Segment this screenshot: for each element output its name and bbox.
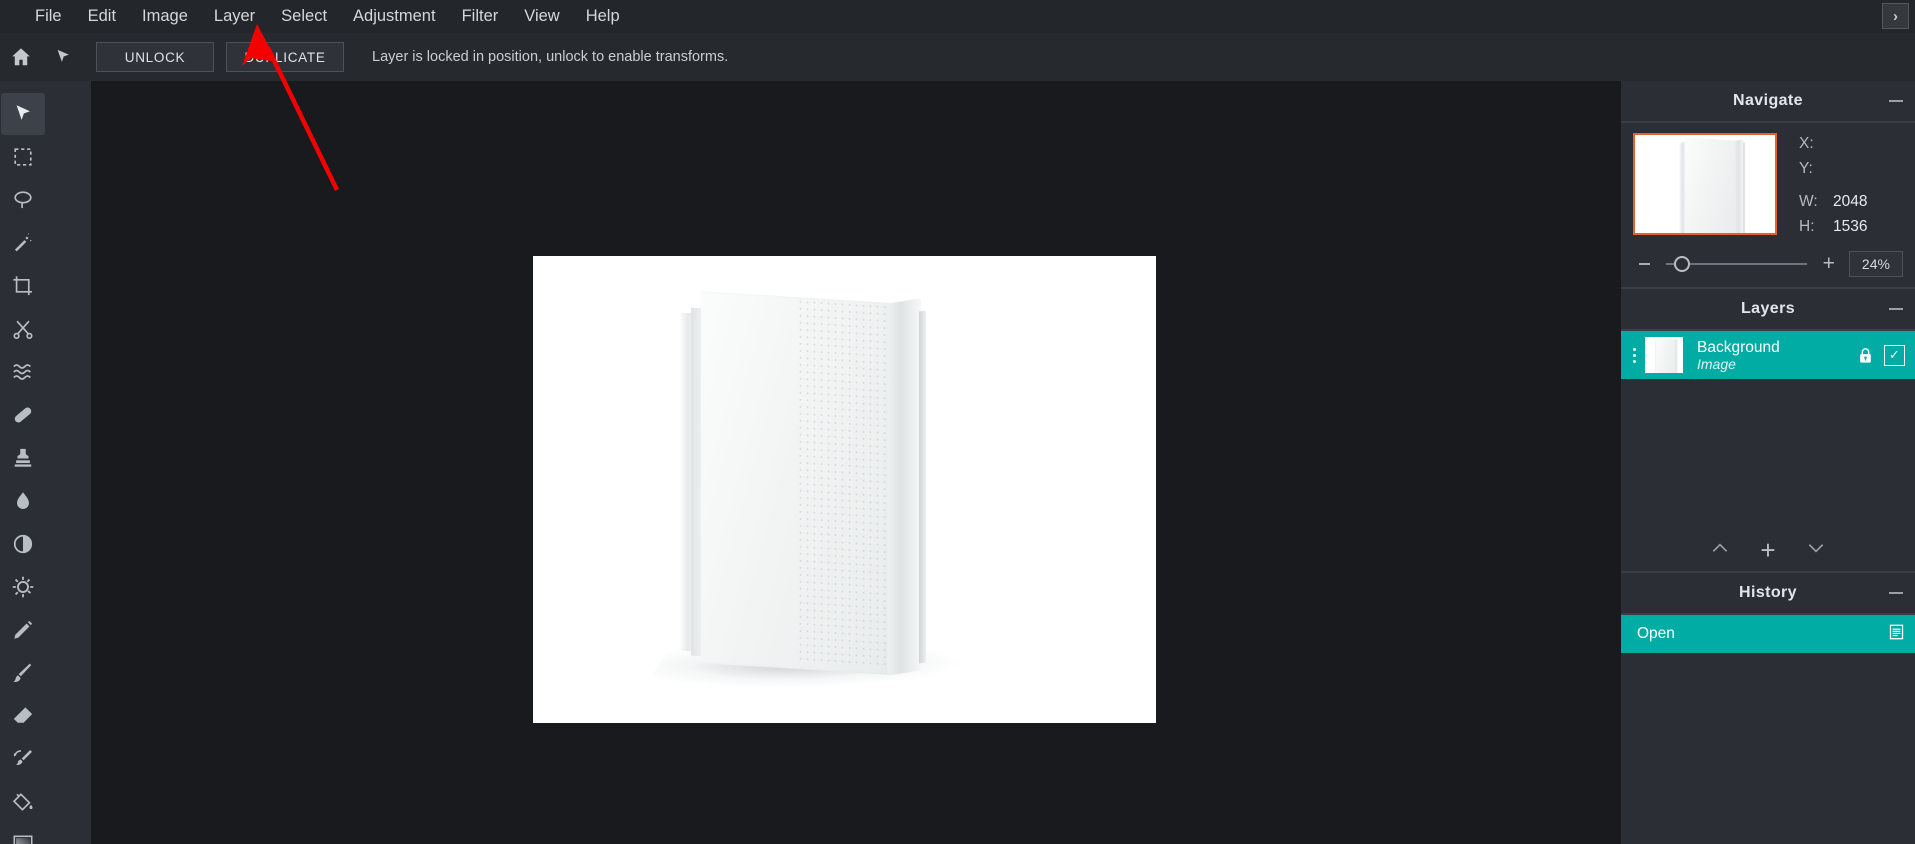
canvas-workspace[interactable] bbox=[91, 81, 1621, 844]
chevron-right-icon[interactable]: › bbox=[1882, 3, 1909, 29]
crop-tool[interactable] bbox=[1, 265, 45, 307]
lock-icon[interactable] bbox=[1857, 346, 1874, 365]
navigate-coordinates: X: Y: W: 2048 H: 1536 bbox=[1799, 133, 1867, 243]
checkbox-checked-icon[interactable]: ✓ bbox=[1884, 344, 1905, 366]
navigate-panel: Navigate X: Y: W: 2048 H: 1536 + 24% bbox=[1621, 81, 1915, 287]
layer-thumbnail-artwork bbox=[1655, 338, 1683, 373]
menu-help[interactable]: Help bbox=[573, 0, 633, 33]
layer-type: Image bbox=[1697, 355, 1736, 372]
layers-title: Layers bbox=[1741, 300, 1795, 317]
navigate-panel-header: Navigate bbox=[1621, 81, 1915, 121]
plus-icon[interactable]: + bbox=[1760, 537, 1775, 563]
menu-image[interactable]: Image bbox=[129, 0, 201, 33]
w-label: W: bbox=[1799, 193, 1818, 210]
zoom-out-button[interactable] bbox=[1639, 263, 1650, 265]
document-open-icon bbox=[1888, 623, 1905, 646]
lasso-select-tool[interactable] bbox=[1, 179, 45, 221]
chevron-up-icon[interactable] bbox=[1710, 538, 1730, 563]
lock-status-message: Layer is locked in position, unlock to e… bbox=[372, 49, 729, 65]
paint-bucket-tool[interactable] bbox=[1, 781, 45, 823]
x-label: X: bbox=[1799, 135, 1814, 152]
options-bar: UNLOCK DUPLICATE Layer is locked in posi… bbox=[0, 33, 1915, 81]
layers-footer-toolbar: + bbox=[1621, 529, 1915, 571]
menu-select[interactable]: Select bbox=[268, 0, 340, 33]
unlock-button[interactable]: UNLOCK bbox=[96, 42, 214, 72]
history-title: History bbox=[1739, 584, 1797, 601]
y-label: Y: bbox=[1799, 159, 1813, 177]
replace-color-tool[interactable] bbox=[1, 738, 45, 780]
navigate-body: X: Y: W: 2048 H: 1536 bbox=[1621, 123, 1915, 243]
gradient-tool[interactable] bbox=[1, 824, 45, 844]
layers-panel-header: Layers bbox=[1621, 289, 1915, 329]
zoom-slider[interactable] bbox=[1665, 256, 1807, 272]
arrange-tool[interactable] bbox=[1, 93, 45, 135]
duplicate-button[interactable]: DUPLICATE bbox=[226, 42, 344, 72]
list-item[interactable]: Open bbox=[1621, 615, 1915, 653]
thumbnail-artwork bbox=[1669, 137, 1775, 233]
dodge-burn-tool[interactable] bbox=[1, 523, 45, 565]
history-entry-label: Open bbox=[1637, 625, 1675, 642]
menu-layer[interactable]: Layer bbox=[201, 0, 268, 33]
layer-info: Background Image bbox=[1697, 339, 1857, 372]
drag-grip-icon[interactable] bbox=[1627, 347, 1641, 363]
heal-bandage-tool[interactable] bbox=[1, 394, 45, 436]
left-toolbar bbox=[0, 81, 91, 844]
menu-edit[interactable]: Edit bbox=[75, 0, 129, 33]
pixlr-editor-window: File Edit Image Layer Select Adjustment … bbox=[0, 0, 1915, 844]
minimize-icon[interactable] bbox=[1889, 592, 1903, 594]
pen-tool[interactable] bbox=[1, 609, 45, 651]
menu-file[interactable]: File bbox=[22, 0, 75, 33]
chevron-down-icon[interactable] bbox=[1806, 538, 1826, 563]
image-canvas[interactable] bbox=[533, 256, 1156, 723]
blur-drop-tool[interactable] bbox=[1, 480, 45, 522]
clone-stamp-tool[interactable] bbox=[1, 437, 45, 479]
h-value: 1536 bbox=[1833, 217, 1868, 235]
menu-bar: File Edit Image Layer Select Adjustment … bbox=[0, 0, 1915, 33]
paint-brush-tool[interactable] bbox=[1, 652, 45, 694]
menu-filter[interactable]: Filter bbox=[449, 0, 512, 33]
home-icon[interactable] bbox=[0, 33, 42, 81]
arrow-cursor-icon[interactable] bbox=[42, 33, 84, 81]
history-panel-header: History bbox=[1621, 573, 1915, 613]
zoom-slider-handle[interactable] bbox=[1673, 256, 1690, 272]
cutout-scissors-tool[interactable] bbox=[1, 308, 45, 350]
h-label: H: bbox=[1799, 217, 1815, 235]
table-row[interactable]: Background Image ✓ bbox=[1621, 331, 1915, 379]
zoom-in-button[interactable]: + bbox=[1823, 253, 1835, 274]
layer-thumbnail[interactable] bbox=[1645, 337, 1683, 373]
minimize-icon[interactable] bbox=[1889, 100, 1903, 102]
layers-panel: Layers Background Image ✓ + bbox=[1621, 289, 1915, 571]
minimize-icon[interactable] bbox=[1889, 308, 1903, 310]
book-mockup-artwork bbox=[644, 291, 1039, 687]
zoom-level-value[interactable]: 24% bbox=[1848, 251, 1903, 277]
menu-adjustment[interactable]: Adjustment bbox=[340, 0, 449, 33]
layers-empty-area[interactable] bbox=[1621, 379, 1915, 529]
marquee-select-tool[interactable] bbox=[1, 136, 45, 178]
navigate-title: Navigate bbox=[1733, 92, 1803, 109]
eraser-tool[interactable] bbox=[1, 695, 45, 737]
navigator-thumbnail[interactable] bbox=[1633, 133, 1777, 235]
liquify-tool[interactable] bbox=[1, 351, 45, 393]
menu-view[interactable]: View bbox=[511, 0, 572, 33]
w-value: 2048 bbox=[1833, 193, 1868, 210]
right-panel-stack: Navigate X: Y: W: 2048 H: 1536 + 24% Lay… bbox=[1621, 81, 1915, 844]
magic-wand-tool[interactable] bbox=[1, 222, 45, 264]
layer-name: Background bbox=[1697, 338, 1780, 356]
detail-sharpen-tool[interactable] bbox=[1, 566, 45, 608]
zoom-controls: + 24% bbox=[1621, 243, 1915, 287]
history-panel: History Open bbox=[1621, 573, 1915, 653]
